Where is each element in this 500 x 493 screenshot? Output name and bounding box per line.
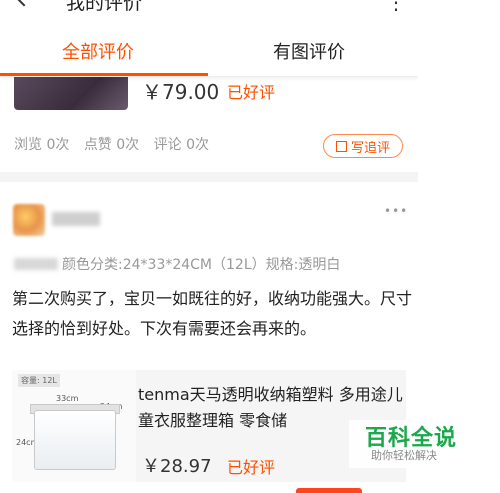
card-divider (0, 172, 418, 182)
review-text: 第二次购买了，宝贝一如既往的好，收纳功能强大。尺寸选择的恰到好处。下次有需要还会… (12, 289, 413, 338)
dimension-top: 33cm (56, 394, 79, 403)
review-tabs: 全部评价 有图评价 (0, 26, 418, 77)
product-price: ￥28.97 (142, 456, 212, 477)
storage-box-shape (34, 410, 116, 470)
product-image[interactable]: 容量: 12L 33cm 24cm 24cm (12, 370, 136, 482)
review-stats: 浏览 0次 点赞 0次 评论 0次 (14, 134, 219, 154)
rating-label: 已好评 (227, 83, 276, 102)
tab-image-reviews[interactable]: 有图评价 (273, 38, 345, 64)
capacity-badge: 容量: 12L (18, 374, 60, 387)
previous-review-card: ￥79.00 已好评 浏览 0次 点赞 0次 评论 0次 (0, 76, 418, 176)
back-arrow-icon[interactable] (15, 0, 33, 7)
top-bar: 我的评价 ⋮ (0, 0, 418, 14)
write-followup-button[interactable]: 写追评 (323, 134, 403, 158)
spec-blurred (14, 258, 58, 270)
more-icon[interactable]: ⋮ (386, 0, 406, 14)
product-card[interactable]: 容量: 12L 33cm 24cm 24cm tenma天马透明收纳箱塑料 多用… (12, 370, 406, 482)
page-title: 我的评价 (66, 0, 143, 14)
product-thumbnail[interactable] (14, 76, 128, 110)
username-blurred (52, 212, 100, 226)
likes-count[interactable]: 点赞 0次 (84, 137, 139, 153)
more-options-icon[interactable]: ••• (384, 204, 408, 218)
product-price: ￥79.00 (142, 80, 220, 104)
product-spec: 颜色分类:24*33*24CM（12L）规格:透明白 (62, 257, 341, 273)
edit-icon (335, 140, 347, 152)
rating-label: 已好评 (227, 458, 276, 477)
followup-label: 写追评 (350, 140, 390, 156)
active-tab-indicator (0, 73, 208, 76)
watermark: 百科全说 助你轻松解决 (349, 420, 457, 468)
watermark-subtitle: 助你轻松解决 (371, 449, 437, 462)
comments-count[interactable]: 评论 0次 (154, 137, 209, 153)
tab-all-reviews[interactable]: 全部评价 (62, 38, 134, 64)
avatar[interactable] (13, 204, 45, 236)
views-count: 浏览 0次 (14, 137, 70, 153)
action-button-edge[interactable] (296, 488, 362, 493)
